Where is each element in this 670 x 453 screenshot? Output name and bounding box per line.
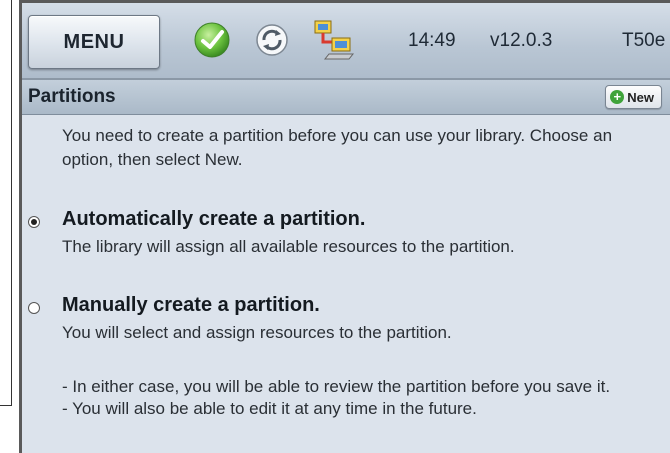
radio-automatic[interactable] (28, 216, 40, 228)
plus-icon: + (610, 90, 625, 104)
device-screen: MENU 14:49 v12.0.3 T50e Partitions + New… (19, 0, 670, 453)
library-model: T50e (622, 30, 666, 51)
radio-selected-dot (31, 219, 37, 225)
menu-button[interactable]: MENU (28, 15, 160, 69)
notes: - In either case, you will be able to re… (62, 376, 662, 420)
new-button-label: New (627, 89, 654, 105)
radio-manual[interactable] (28, 302, 40, 314)
top-toolbar: MENU 14:49 v12.0.3 T50e (22, 3, 670, 80)
checkmark-status-icon[interactable] (188, 17, 236, 63)
clock-readout: 14:49 (408, 30, 456, 51)
option-description: You will select and assign resources to … (62, 323, 452, 342)
page-title: Partitions (28, 86, 116, 107)
option-title: Manually create a partition. (62, 294, 320, 316)
note-line: - You will also be able to edit it at an… (62, 399, 477, 418)
intro-text: You need to create a partition before yo… (62, 126, 613, 169)
option-title: Automatically create a partition. (62, 208, 366, 230)
panel-header: Partitions + New (22, 80, 670, 115)
new-partition-button[interactable]: + New (605, 85, 662, 109)
option-description: The library will assign all available re… (62, 237, 515, 256)
network-computers-icon[interactable] (308, 17, 360, 63)
sync-icon[interactable] (248, 17, 296, 63)
note-line: - In either case, you will be able to re… (62, 377, 611, 396)
firmware-version: v12.0.3 (490, 30, 553, 51)
left-side-panel (0, 0, 12, 406)
partitions-panel: Partitions + New You need to create a pa… (22, 80, 670, 453)
